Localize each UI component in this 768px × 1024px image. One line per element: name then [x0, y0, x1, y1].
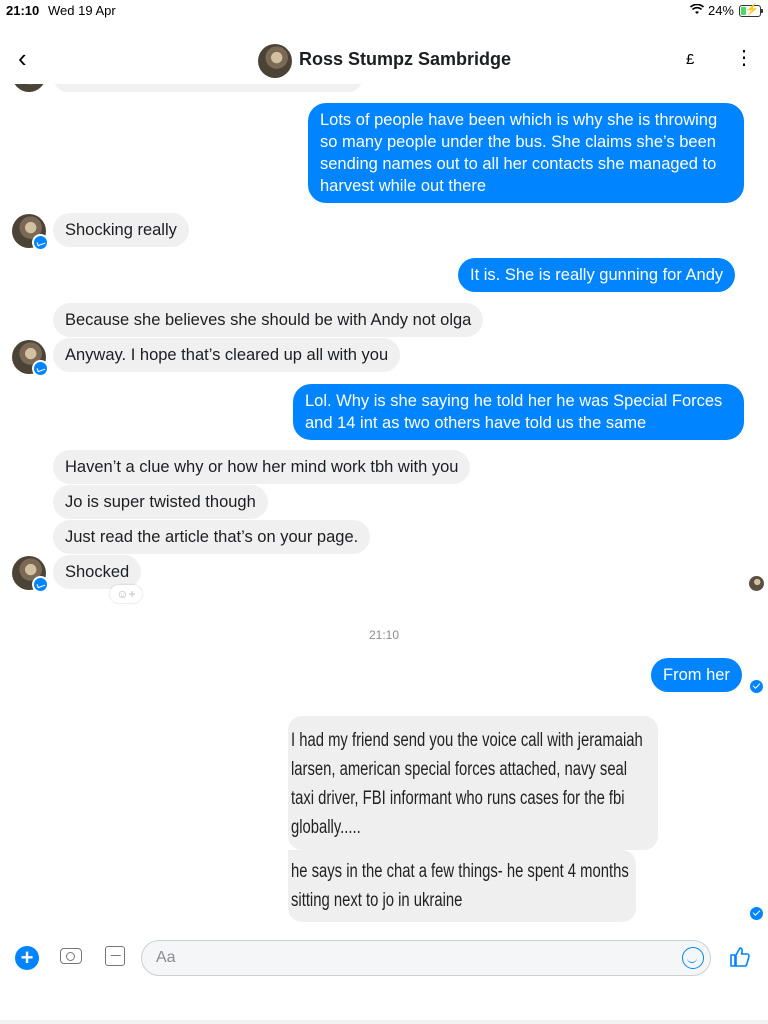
- conversation-header: ‹ Ross Stumpz Sambridge £ ⋮: [0, 36, 768, 84]
- message-bubble-received[interactable]: Just read the article that’s on your pag…: [53, 520, 371, 554]
- sender-avatar: [12, 556, 49, 593]
- delivered-check-icon: [750, 907, 763, 920]
- message-bubble-received[interactable]: Shocking really: [53, 213, 189, 247]
- status-bar: 21:10 Wed 19 Apr 24% ⚡: [0, 0, 768, 22]
- status-date: Wed 19 Apr: [48, 3, 116, 18]
- camera-icon[interactable]: [60, 948, 82, 964]
- like-icon[interactable]: [728, 945, 752, 969]
- back-chevron-icon[interactable]: ‹: [18, 44, 27, 72]
- currency-icon[interactable]: £: [686, 51, 694, 68]
- message-bubble-sent[interactable]: It is. She is really gunning for Andy: [458, 258, 736, 292]
- composer-bar: + Aa: [0, 930, 768, 990]
- wifi-icon: [690, 4, 704, 14]
- image-icon[interactable]: [105, 946, 125, 966]
- message-bubble-received[interactable]: Shocked: [53, 555, 142, 589]
- sender-avatar: [12, 340, 49, 377]
- timestamp: 21:10: [368, 628, 400, 642]
- emoji-icon[interactable]: [682, 947, 704, 969]
- message-input-placeholder: Aa: [156, 949, 176, 966]
- message-bubble-received[interactable]: Haven’t a clue why or how her mind work …: [53, 450, 471, 484]
- add-reaction-icon[interactable]: ☺+: [110, 585, 142, 603]
- battery-percent: 24%: [707, 3, 734, 18]
- home-indicator: [0, 1020, 768, 1024]
- plus-icon[interactable]: +: [15, 946, 39, 970]
- message-bubble-received[interactable]: Jo is super twisted though: [53, 485, 268, 519]
- delivered-check-icon: [750, 680, 763, 693]
- status-time: 21:10: [6, 3, 40, 18]
- image-text-1: I had my friend send you the voice call …: [291, 730, 643, 838]
- more-icon[interactable]: ⋮: [734, 48, 754, 68]
- message-bubble-sent[interactable]: Lol. Why is she saying he told her he wa…: [293, 384, 744, 440]
- contact-name[interactable]: Ross Stumpz Sambridge: [299, 49, 511, 70]
- battery-icon: ⚡: [739, 4, 763, 17]
- image-text-2: he says in the chat a few things- he spe…: [291, 861, 629, 911]
- header-avatar[interactable]: [258, 44, 292, 78]
- seen-avatar-icon: [749, 576, 764, 591]
- message-bubble-received[interactable]: Because she believes she should be with …: [53, 303, 484, 337]
- message-bubble-sent[interactable]: Lots of people have been which is why sh…: [308, 103, 744, 203]
- message-bubble-received[interactable]: Anyway. I hope that’s cleared up all wit…: [53, 338, 401, 372]
- message-input[interactable]: Aa: [141, 940, 711, 976]
- screenshot-image[interactable]: I had my friend send you the voice call …: [288, 716, 660, 922]
- message-bubble-sent[interactable]: From her: [651, 658, 742, 692]
- sender-avatar: [12, 214, 49, 251]
